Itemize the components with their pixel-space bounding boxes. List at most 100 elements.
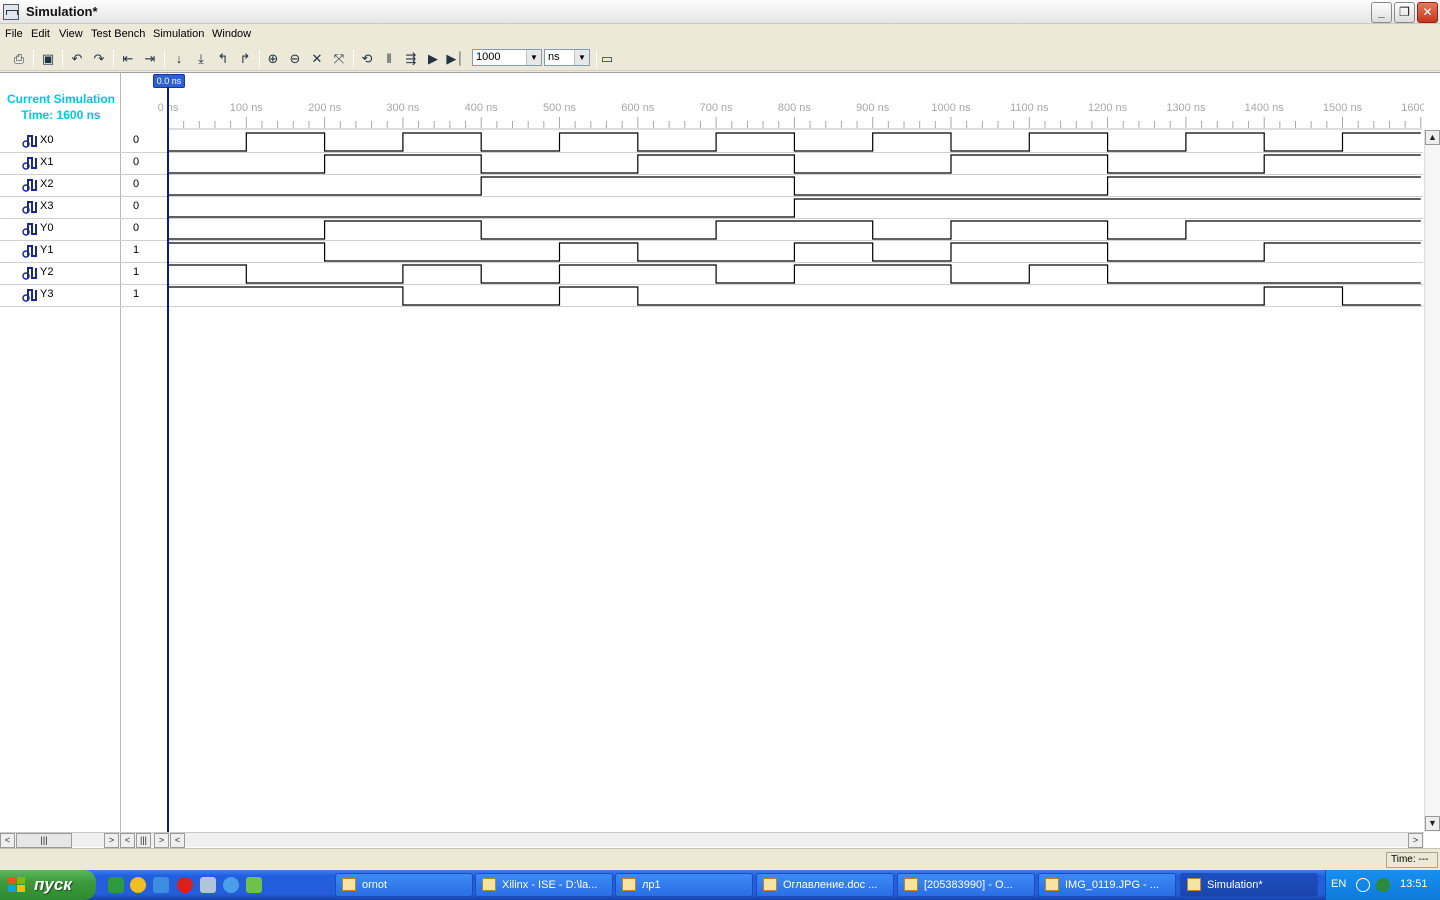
run-icon[interactable]: ▶	[424, 50, 442, 68]
scroll-thumb[interactable]: |||	[136, 833, 151, 848]
waveform-y2[interactable]	[168, 264, 1421, 284]
folder-icon	[342, 878, 356, 891]
minimize-button[interactable]: _	[1371, 2, 1392, 23]
waveform-x1[interactable]	[168, 154, 1421, 174]
task-label: Simulation*	[1207, 879, 1263, 891]
taskbar-button[interactable]: Оглавление.doc ...	[756, 873, 894, 897]
taskbar-button[interactable]: IMG_0119.JPG - ...	[1038, 873, 1176, 897]
taskbar-button[interactable]: [205383990] - О...	[897, 873, 1035, 897]
time-tick-label: 700 ns	[700, 102, 734, 114]
time-tick-label: 100 ns	[230, 102, 264, 114]
internet-explorer-icon[interactable]	[223, 877, 239, 893]
menu-view[interactable]: View	[59, 28, 83, 40]
time-cursor-line[interactable]	[167, 87, 169, 832]
restart-icon[interactable]: ⟲	[358, 50, 376, 68]
folder-icon	[1045, 878, 1059, 891]
prev-marker-icon[interactable]: ↰	[214, 50, 232, 68]
menu-file[interactable]: File	[5, 28, 23, 40]
chevron-right-icon[interactable]: >	[104, 833, 119, 848]
chevron-left-icon[interactable]	[1356, 878, 1370, 892]
pause-icon[interactable]: ‖	[380, 50, 398, 68]
menu-edit[interactable]: Edit	[31, 28, 50, 40]
simulation-window: Simulation* _ ❐ ✕ File Edit View Test Be…	[0, 0, 1440, 900]
time-tick-label: 200 ns	[308, 102, 342, 114]
waveform-x3[interactable]	[168, 198, 1421, 218]
language-indicator[interactable]: EN	[1331, 878, 1346, 890]
media-player-icon[interactable]	[130, 877, 146, 893]
opera-icon[interactable]	[177, 877, 193, 893]
step-icon[interactable]: ⇶	[402, 50, 420, 68]
zoom-out-icon[interactable]: ⊖	[286, 50, 304, 68]
undo-icon[interactable]: ↶	[68, 50, 86, 68]
utorrent-icon[interactable]	[108, 877, 124, 893]
menu-test-bench[interactable]: Test Bench	[91, 28, 145, 40]
chevron-down-icon[interactable]: ▼	[1425, 816, 1440, 831]
insert-marker-icon[interactable]: ⤓	[192, 50, 210, 68]
time-tick-label: 1000 ns	[931, 102, 971, 114]
taskbar-button[interactable]: ornot	[335, 873, 473, 897]
add-marker-icon[interactable]: ↓	[170, 50, 188, 68]
zoom-in-icon[interactable]: ⊕	[264, 50, 282, 68]
antivirus-icon[interactable]	[1376, 878, 1390, 892]
scroll-thumb[interactable]: |||	[16, 833, 72, 848]
time-tick-label: 1300 ns	[1166, 102, 1206, 114]
next-marker-icon[interactable]: ↱	[236, 50, 254, 68]
menu-simulation[interactable]: Simulation	[153, 28, 204, 40]
print-icon[interactable]: ⎙	[10, 50, 28, 68]
vertical-scrollbar[interactable]: ▲ ▼	[1424, 130, 1440, 832]
time-tick-label: 400 ns	[465, 102, 499, 114]
app-icon[interactable]	[246, 877, 262, 893]
chevron-up-icon[interactable]: ▲	[1425, 130, 1440, 145]
task-label: IMG_0119.JPG - ...	[1065, 879, 1159, 891]
start-button[interactable]: пуск	[0, 870, 96, 900]
time-unit-combo[interactable]: ns ▼	[544, 49, 590, 66]
redo-icon[interactable]: ↷	[90, 50, 108, 68]
names-horizontal-scrollbar[interactable]: < ||| >	[0, 832, 120, 848]
chevron-right-icon[interactable]: >	[1408, 833, 1423, 848]
waveform-x2[interactable]	[168, 176, 1421, 196]
time-tick-label: 1200 ns	[1088, 102, 1128, 114]
chevron-right-icon[interactable]: >	[154, 833, 169, 848]
simulation-app-icon[interactable]	[3, 4, 19, 20]
waveform-y0[interactable]	[168, 220, 1421, 240]
time-tick-label: 1600 ns	[1401, 102, 1424, 114]
chevron-down-icon[interactable]: ▼	[526, 50, 541, 65]
run-for-icon[interactable]: ▶⏐	[446, 50, 464, 68]
title-bar: Simulation* _ ❐ ✕	[0, 0, 1440, 24]
folder-icon	[763, 878, 777, 891]
chevron-left-icon[interactable]: <	[0, 833, 15, 848]
save-icon[interactable]: ▣	[39, 50, 57, 68]
zoom-full-icon[interactable]: ⤧	[330, 50, 348, 68]
app-icon[interactable]	[200, 877, 216, 893]
browser-icon[interactable]	[153, 877, 169, 893]
chevron-down-icon[interactable]: ▼	[574, 50, 589, 65]
indent-left-icon[interactable]: ⇤	[119, 50, 137, 68]
windows-flag-icon	[8, 877, 25, 892]
taskbar-button[interactable]: лр1	[615, 873, 753, 897]
zoom-fit-icon[interactable]: ✕	[308, 50, 326, 68]
taskbar: пуск ornot Xilinx - ISE - D:\la... лр1 Огла…	[0, 870, 1440, 900]
clock: 13:51	[1400, 878, 1428, 890]
waveform-pane: Current Simulation Time: 1600 ns X0 0 X1 0 X…	[0, 72, 1440, 848]
window-layout-icon[interactable]: ▭	[598, 50, 616, 68]
waveform-y3[interactable]	[168, 286, 1421, 306]
chevron-left-icon[interactable]: <	[170, 833, 185, 848]
waveform-horizontal-scrollbar[interactable]: < ||| > < >	[120, 832, 1424, 848]
waveform-y1[interactable]	[168, 242, 1421, 262]
run-length-combo[interactable]: 1000 ▼	[472, 49, 542, 66]
menu-bar: File Edit View Test Bench Simulation Win…	[0, 25, 1440, 45]
time-cursor-label[interactable]: 0.0 ns	[153, 74, 185, 88]
menu-window[interactable]: Window	[212, 28, 251, 40]
time-tick-label: 500 ns	[543, 102, 577, 114]
maximize-button[interactable]: ❐	[1394, 2, 1415, 23]
chevron-left-icon[interactable]: <	[120, 833, 135, 848]
time-tick-label: 600 ns	[621, 102, 655, 114]
task-label: лр1	[642, 879, 661, 891]
indent-right-icon[interactable]: ⇥	[141, 50, 159, 68]
waveform-canvas[interactable]: 0 ns 100 ns 200 ns 300 ns 400 ns 500 ns 600 ns…	[0, 73, 1424, 833]
taskbar-button[interactable]: Xilinx - ISE - D:\la...	[475, 873, 613, 897]
taskbar-button[interactable]: Simulation*	[1180, 873, 1318, 897]
close-button[interactable]: ✕	[1417, 2, 1438, 23]
time-tick-label: 300 ns	[386, 102, 420, 114]
waveform-x0[interactable]	[168, 132, 1421, 152]
